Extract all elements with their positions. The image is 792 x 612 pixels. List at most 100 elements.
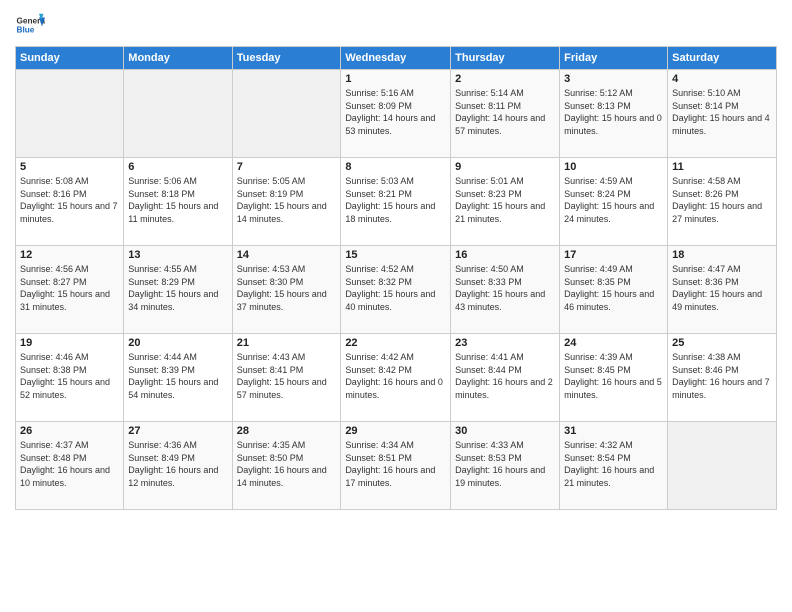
calendar-cell [16,70,124,158]
calendar-week-row: 1 Sunrise: 5:16 AM Sunset: 8:09 PM Daylig… [16,70,777,158]
day-number: 31 [564,425,663,437]
day-info: Sunrise: 4:38 AM Sunset: 8:46 PM Dayligh… [672,351,772,401]
day-number: 9 [455,161,555,173]
day-number: 26 [20,425,119,437]
logo-icon: General Blue [15,10,45,40]
day-number: 27 [128,425,227,437]
day-number: 6 [128,161,227,173]
day-info: Sunrise: 4:41 AM Sunset: 8:44 PM Dayligh… [455,351,555,401]
calendar-cell: 7Sunrise: 5:05 AM Sunset: 8:19 PM Daylig… [232,158,341,246]
weekday-header: Friday [560,47,668,70]
weekday-header: Thursday [451,47,560,70]
day-info: Sunrise: 4:59 AM Sunset: 8:24 PM Dayligh… [564,175,663,225]
calendar-cell: 26 Sunrise: 4:37 AM Sunset: 8:48 PM Dayli… [16,422,124,510]
day-number: 10 [564,161,663,173]
calendar-cell: 18Sunrise: 4:47 AM Sunset: 8:36 PM Dayli… [668,246,777,334]
calendar-cell: 19 Sunrise: 4:46 AM Sunset: 8:38 PM Dayli… [16,334,124,422]
day-number: 15 [345,249,446,261]
day-number: 19 [20,337,119,349]
calendar-cell: 30 Sunrise: 4:33 AM Sunset: 8:53 PM Dayli… [451,422,560,510]
day-number: 20 [128,337,227,349]
day-number: 22 [345,337,446,349]
day-info: Sunrise: 5:16 AM Sunset: 8:09 PM Dayligh… [345,87,446,137]
day-info: Sunrise: 4:33 AM Sunset: 8:53 PM Dayligh… [455,439,555,489]
calendar-cell [668,422,777,510]
day-info: Sunrise: 4:32 AM Sunset: 8:54 PM Dayligh… [564,439,663,489]
day-info: Sunrise: 4:49 AM Sunset: 8:35 PM Dayligh… [564,263,663,313]
calendar-week-row: 26 Sunrise: 4:37 AM Sunset: 8:48 PM Dayli… [16,422,777,510]
day-number: 1 [345,73,446,85]
calendar-cell: 11 Sunrise: 4:58 AM Sunset: 8:26 PM Dayli… [668,158,777,246]
weekday-header: Saturday [668,47,777,70]
calendar-cell: 28 Sunrise: 4:35 AM Sunset: 8:50 PM Dayli… [232,422,341,510]
calendar-week-row: 12 Sunrise: 4:56 AM Sunset: 8:27 PM Dayli… [16,246,777,334]
calendar-cell: 1 Sunrise: 5:16 AM Sunset: 8:09 PM Daylig… [341,70,451,158]
day-info: Sunrise: 5:03 AM Sunset: 8:21 PM Dayligh… [345,175,446,225]
day-info: Sunrise: 4:35 AM Sunset: 8:50 PM Dayligh… [237,439,337,489]
day-number: 4 [672,73,772,85]
day-info: Sunrise: 4:39 AM Sunset: 8:45 PM Dayligh… [564,351,663,401]
calendar-cell: 15Sunrise: 4:52 AM Sunset: 8:32 PM Dayli… [341,246,451,334]
day-info: Sunrise: 5:06 AM Sunset: 8:18 PM Dayligh… [128,175,227,225]
calendar-cell: 23 Sunrise: 4:41 AM Sunset: 8:44 PM Dayli… [451,334,560,422]
day-info: Sunrise: 4:56 AM Sunset: 8:27 PM Dayligh… [20,263,119,313]
day-info: Sunrise: 4:36 AM Sunset: 8:49 PM Dayligh… [128,439,227,489]
day-info: Sunrise: 4:47 AM Sunset: 8:36 PM Dayligh… [672,263,772,313]
day-info: Sunrise: 4:43 AM Sunset: 8:41 PM Dayligh… [237,351,337,401]
day-number: 17 [564,249,663,261]
calendar-header-row: SundayMondayTuesdayWednesdayThursdayFrid… [16,47,777,70]
day-number: 7 [237,161,337,173]
day-number: 21 [237,337,337,349]
calendar-cell: 4Sunrise: 5:10 AM Sunset: 8:14 PM Daylig… [668,70,777,158]
day-info: Sunrise: 5:14 AM Sunset: 8:11 PM Dayligh… [455,87,555,137]
day-info: Sunrise: 4:44 AM Sunset: 8:39 PM Dayligh… [128,351,227,401]
weekday-header: Sunday [16,47,124,70]
day-number: 11 [672,161,772,173]
day-info: Sunrise: 4:37 AM Sunset: 8:48 PM Dayligh… [20,439,119,489]
day-info: Sunrise: 5:12 AM Sunset: 8:13 PM Dayligh… [564,87,663,137]
day-number: 24 [564,337,663,349]
calendar-cell [124,70,232,158]
svg-text:Blue: Blue [17,26,35,35]
calendar-cell: 25 Sunrise: 4:38 AM Sunset: 8:46 PM Dayli… [668,334,777,422]
calendar-cell [232,70,341,158]
day-number: 23 [455,337,555,349]
day-number: 5 [20,161,119,173]
day-number: 2 [455,73,555,85]
day-number: 16 [455,249,555,261]
calendar-cell: 10 Sunrise: 4:59 AM Sunset: 8:24 PM Dayli… [560,158,668,246]
weekday-header: Wednesday [341,47,451,70]
page: General Blue SundayMondayTuesdayWednesda… [0,0,792,612]
calendar-cell: 13Sunrise: 4:55 AM Sunset: 8:29 PM Dayli… [124,246,232,334]
calendar-cell: 3 Sunrise: 5:12 AM Sunset: 8:13 PM Daylig… [560,70,668,158]
day-info: Sunrise: 5:08 AM Sunset: 8:16 PM Dayligh… [20,175,119,225]
calendar-table: SundayMondayTuesdayWednesdayThursdayFrid… [15,46,777,510]
day-info: Sunrise: 4:50 AM Sunset: 8:33 PM Dayligh… [455,263,555,313]
calendar-cell: 21 Sunrise: 4:43 AM Sunset: 8:41 PM Dayli… [232,334,341,422]
day-info: Sunrise: 4:53 AM Sunset: 8:30 PM Dayligh… [237,263,337,313]
day-info: Sunrise: 4:46 AM Sunset: 8:38 PM Dayligh… [20,351,119,401]
calendar-cell: 5 Sunrise: 5:08 AM Sunset: 8:16 PM Daylig… [16,158,124,246]
calendar-week-row: 5 Sunrise: 5:08 AM Sunset: 8:16 PM Daylig… [16,158,777,246]
day-number: 30 [455,425,555,437]
weekday-header: Tuesday [232,47,341,70]
calendar-cell: 14 Sunrise: 4:53 AM Sunset: 8:30 PM Dayli… [232,246,341,334]
calendar-cell: 16 Sunrise: 4:50 AM Sunset: 8:33 PM Dayli… [451,246,560,334]
day-number: 3 [564,73,663,85]
day-number: 25 [672,337,772,349]
calendar-cell: 29Sunrise: 4:34 AM Sunset: 8:51 PM Dayli… [341,422,451,510]
day-number: 14 [237,249,337,261]
day-info: Sunrise: 4:58 AM Sunset: 8:26 PM Dayligh… [672,175,772,225]
calendar-cell: 12 Sunrise: 4:56 AM Sunset: 8:27 PM Dayli… [16,246,124,334]
calendar-cell: 8Sunrise: 5:03 AM Sunset: 8:21 PM Daylig… [341,158,451,246]
calendar-cell: 17 Sunrise: 4:49 AM Sunset: 8:35 PM Dayli… [560,246,668,334]
calendar-cell: 31 Sunrise: 4:32 AM Sunset: 8:54 PM Dayli… [560,422,668,510]
calendar-cell: 20 Sunrise: 4:44 AM Sunset: 8:39 PM Dayli… [124,334,232,422]
day-number: 29 [345,425,446,437]
day-info: Sunrise: 4:55 AM Sunset: 8:29 PM Dayligh… [128,263,227,313]
day-number: 12 [20,249,119,261]
calendar-cell: 24 Sunrise: 4:39 AM Sunset: 8:45 PM Dayli… [560,334,668,422]
day-number: 28 [237,425,337,437]
header: General Blue [15,10,777,40]
weekday-header: Monday [124,47,232,70]
